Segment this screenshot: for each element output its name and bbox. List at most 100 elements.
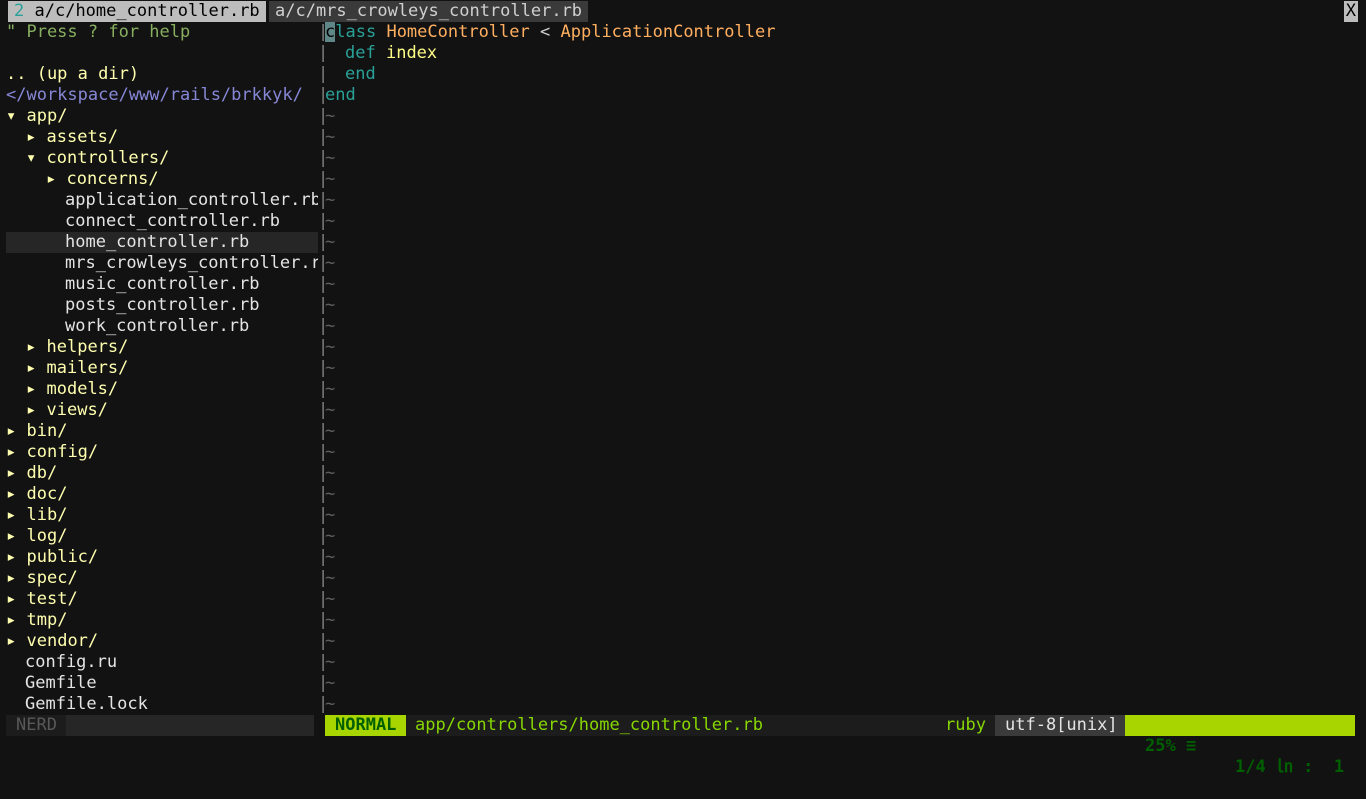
- root-path[interactable]: </workspace/www/rails/brkkyk/: [6, 85, 303, 106]
- chevron-right-icon: ▸: [6, 421, 17, 441]
- tree-dir-doc[interactable]: ▸ doc/: [6, 484, 67, 505]
- editor-pane[interactable]: class HomeController < ApplicationContro…: [325, 22, 1366, 715]
- separator-segment: |: [318, 652, 329, 672]
- chevron-right-icon: ▸: [6, 631, 17, 651]
- tree-dir-tmp[interactable]: ▸ tmp/: [6, 610, 67, 631]
- tree-file-mrs-crowleys-controller[interactable]: mrs_crowleys_controller.r: [65, 253, 318, 274]
- mode-indicator: NORMAL: [325, 715, 407, 736]
- chevron-right-icon: ▸: [6, 463, 17, 483]
- tree-dir-lib[interactable]: ▸ lib/: [6, 505, 67, 526]
- separator-segment: |: [318, 316, 329, 336]
- up-dir-item[interactable]: .. (up a dir): [6, 64, 139, 85]
- status-position: 25% ≡ 1/4 ㏑ : 1: [1125, 715, 1355, 777]
- separator-segment: |: [318, 442, 329, 462]
- separator-segment: |: [318, 526, 329, 546]
- separator-segment: |: [318, 484, 329, 504]
- tab-label: a/c/home_controller.rb: [34, 1, 260, 21]
- separator-segment: |: [318, 589, 329, 609]
- separator-segment: |: [318, 631, 329, 651]
- separator-segment: |: [318, 22, 329, 42]
- chevron-down-icon: ▾: [6, 106, 17, 126]
- status-percent: 25% ≡: [1145, 736, 1197, 756]
- tree-dir-mailers[interactable]: ▸ mailers/: [26, 358, 128, 379]
- chevron-right-icon: ▸: [46, 169, 57, 189]
- status-filetype: ruby: [945, 715, 986, 735]
- separator-segment: |: [318, 547, 329, 567]
- separator-segment: |: [318, 463, 329, 483]
- tab-mrs-crowleys-controller[interactable]: a/c/mrs_crowleys_controller.rb: [269, 1, 589, 22]
- separator-segment: |: [318, 358, 329, 378]
- chevron-right-icon: ▸: [26, 400, 37, 420]
- chevron-right-icon: ▸: [26, 127, 37, 147]
- chevron-down-icon: ▾: [26, 148, 37, 168]
- separator-segment: |: [318, 505, 329, 525]
- separator-segment: |: [318, 232, 329, 252]
- tree-dir-db[interactable]: ▸ db/: [6, 463, 57, 484]
- code-line-1: class HomeController < ApplicationContro…: [325, 22, 776, 42]
- separator-segment: |: [318, 610, 329, 630]
- separator-segment: |: [318, 43, 329, 63]
- tree-file-connect-controller[interactable]: connect_controller.rb: [65, 211, 280, 232]
- statusline: NORMAL app/controllers/home_controller.r…: [325, 715, 1355, 777]
- code-line-4: end: [325, 85, 356, 105]
- tree-dir-models[interactable]: ▸ models/: [26, 379, 118, 400]
- close-tab-button[interactable]: X: [1343, 1, 1358, 22]
- tree-dir-assets[interactable]: ▸ assets/: [26, 127, 118, 148]
- chevron-right-icon: ▸: [6, 568, 17, 588]
- tree-dir-app[interactable]: ▾ app/: [6, 106, 67, 127]
- tree-dir-concerns[interactable]: ▸ concerns/: [46, 169, 159, 190]
- tree-file-music-controller[interactable]: music_controller.rb: [65, 274, 259, 295]
- tree-dir-helpers[interactable]: ▸ helpers/: [26, 337, 128, 358]
- tab-bar: 2 a/c/home_controller.rb a/c/mrs_crowley…: [0, 0, 1366, 22]
- tree-file-application-controller[interactable]: application_controller.rb: [65, 190, 318, 211]
- tree-file-gemfile[interactable]: Gemfile: [25, 673, 97, 694]
- chevron-right-icon: ▸: [26, 379, 37, 399]
- separator-segment: |: [318, 379, 329, 399]
- status-encoding: utf-8[unix]: [995, 715, 1128, 736]
- tree-dir-bin[interactable]: ▸ bin/: [6, 421, 67, 442]
- code-line-2: def index: [345, 43, 438, 63]
- nerdtree-statusline-fill: [66, 715, 314, 736]
- tree-dir-test[interactable]: ▸ test/: [6, 589, 78, 610]
- nerdtree-statusline: NERD: [0, 715, 318, 736]
- tree-dir-config[interactable]: ▸ config/: [6, 442, 98, 463]
- tree-file-posts-controller[interactable]: posts_controller.rb: [65, 295, 259, 316]
- separator-segment: |: [318, 169, 329, 189]
- status-filepath: app/controllers/home_controller.rb: [415, 715, 763, 735]
- tree-file-home-controller: home_controller.rb: [65, 232, 250, 252]
- chevron-right-icon: ▸: [26, 358, 37, 378]
- separator-segment: |: [318, 148, 329, 168]
- tree-dir-vendor[interactable]: ▸ vendor/: [6, 631, 98, 652]
- separator-segment: |: [318, 85, 329, 105]
- nerdtree-panel: " Press ? for help .. (up a dir) </works…: [0, 22, 318, 715]
- tree-dir-spec[interactable]: ▸ spec/: [6, 568, 78, 589]
- tab-label: a/c/mrs_crowleys_controller.rb: [275, 1, 583, 21]
- chevron-right-icon: ▸: [6, 547, 17, 567]
- tree-dir-public[interactable]: ▸ public/: [6, 547, 98, 568]
- tree-file-work-controller[interactable]: work_controller.rb: [65, 316, 249, 337]
- tree-dir-views[interactable]: ▸ views/: [26, 400, 108, 421]
- separator-segment: |: [318, 274, 329, 294]
- separator-segment: |: [318, 421, 329, 441]
- separator-segment: |: [318, 337, 329, 357]
- separator-segment: |: [318, 127, 329, 147]
- separator-segment: |: [318, 694, 329, 714]
- chevron-right-icon: ▸: [6, 526, 17, 546]
- separator-segment: |: [318, 673, 329, 693]
- tree-file-gemfile-lock[interactable]: Gemfile.lock: [25, 694, 148, 715]
- chevron-right-icon: ▸: [26, 337, 37, 357]
- separator-segment: |: [318, 400, 329, 420]
- separator-segment: |: [318, 568, 329, 588]
- chevron-right-icon: ▸: [6, 589, 17, 609]
- separator-segment: |: [318, 190, 329, 210]
- tree-selected-row[interactable]: home_controller.rb: [6, 232, 318, 253]
- separator-segment: |: [318, 64, 329, 84]
- tree-file-config-ru[interactable]: config.ru: [25, 652, 117, 673]
- tab-home-controller[interactable]: 2 a/c/home_controller.rb: [8, 1, 266, 22]
- separator-segment: |: [318, 106, 329, 126]
- tree-dir-controllers[interactable]: ▾ controllers/: [26, 148, 169, 169]
- tree-dir-log[interactable]: ▸ log/: [6, 526, 67, 547]
- chevron-right-icon: ▸: [6, 484, 17, 504]
- chevron-right-icon: ▸: [6, 610, 17, 630]
- chevron-right-icon: ▸: [6, 442, 17, 462]
